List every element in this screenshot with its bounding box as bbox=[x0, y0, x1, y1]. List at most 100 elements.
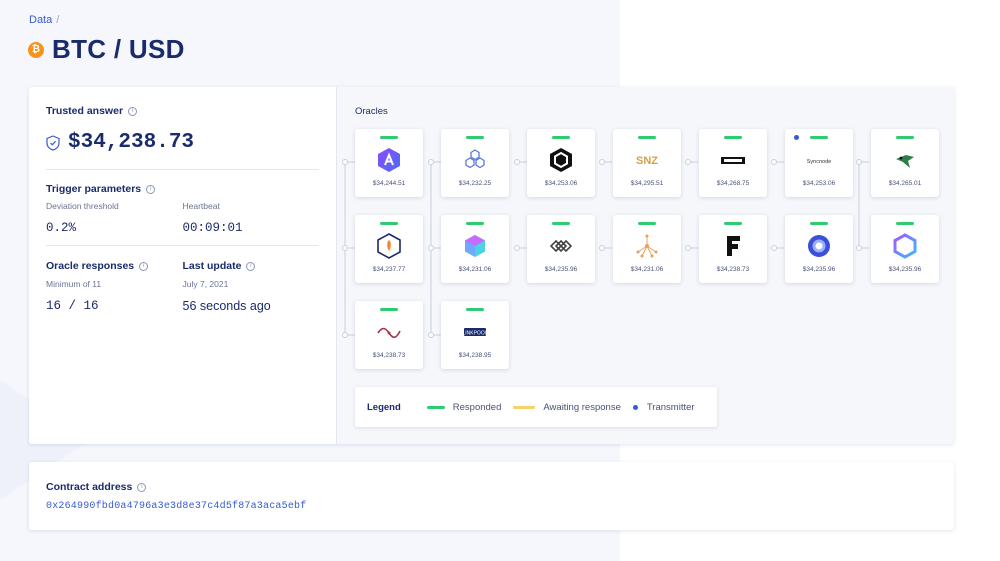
oracle-node[interactable]: SNZ $34,295.51 bbox=[613, 129, 681, 197]
oracle-status-responded bbox=[724, 136, 742, 139]
oracle-node[interactable]: $34,237.77 bbox=[355, 215, 423, 283]
oracle-status-responded bbox=[380, 136, 398, 139]
oracle-price: $34,238.95 bbox=[458, 352, 492, 359]
divider bbox=[46, 245, 319, 246]
black-hex-icon bbox=[548, 147, 574, 173]
svg-text:Syncnode: Syncnode bbox=[807, 159, 831, 165]
legend-responded: Responded bbox=[426, 401, 502, 413]
hex-outline-icon bbox=[892, 233, 918, 259]
shield-check-icon bbox=[46, 134, 60, 151]
breadcrumb-data-link[interactable]: Data bbox=[29, 14, 52, 26]
oracle-node[interactable]: $34,238.73 bbox=[699, 215, 767, 283]
trigger-parameters-label-text: Trigger parameters bbox=[46, 183, 142, 195]
oracle-status-responded bbox=[638, 222, 656, 225]
transmitter-swatch bbox=[632, 404, 638, 410]
info-icon[interactable]: i bbox=[139, 261, 149, 271]
oracle-price: $34,238.73 bbox=[372, 352, 406, 359]
info-icon[interactable]: i bbox=[128, 106, 138, 116]
legend-awaiting-label: Awaiting response bbox=[543, 401, 621, 413]
oracle-responses-label: Oracle responses i bbox=[46, 260, 183, 272]
page-title: BTC / USD bbox=[52, 34, 185, 64]
oracle-price: $34,295.51 bbox=[630, 180, 664, 187]
trusted-answer-row: $34,238.73 bbox=[46, 131, 319, 154]
contract-address-label: Contract address i bbox=[46, 481, 937, 493]
responses-grid: Oracle responses i Minimum of 11 16 / 16… bbox=[46, 260, 319, 313]
contract-address-link[interactable]: 0x264990fbd0a4796a3e3d8e37c4d5f87a3aca5e… bbox=[46, 501, 937, 512]
heartbeat-value: 00:09:01 bbox=[182, 221, 243, 235]
breadcrumb-separator: / bbox=[56, 14, 60, 26]
feed-details-panel: Trusted answer i $34,238.73 Trigger para… bbox=[29, 87, 337, 444]
oracle-node[interactable]: $34,235.96 bbox=[871, 215, 939, 283]
oracle-price: $34,231.06 bbox=[630, 266, 664, 273]
oracle-responses-minimum: Minimum of 11 bbox=[46, 279, 102, 289]
legend-transmitter: Transmitter bbox=[632, 401, 695, 413]
oracle-responses-label-text: Oracle responses bbox=[46, 260, 135, 272]
deviation-threshold-value: 0.2% bbox=[46, 221, 77, 235]
hexagon-a-icon bbox=[376, 147, 402, 173]
info-icon[interactable]: i bbox=[246, 261, 256, 271]
breadcrumb: Data / bbox=[29, 14, 59, 26]
oracle-node[interactable]: Syncnode $34,253.06 bbox=[785, 129, 853, 197]
blue-circle-icon bbox=[806, 233, 832, 259]
deviation-threshold: Deviation threshold 0.2% bbox=[46, 195, 183, 235]
oracle-status-responded bbox=[810, 222, 828, 225]
oracle-node[interactable]: $34,231.06 bbox=[613, 215, 681, 283]
trusted-answer-label-text: Trusted answer bbox=[46, 105, 124, 117]
responded-swatch bbox=[426, 405, 445, 409]
legend-transmitter-label: Transmitter bbox=[646, 401, 695, 413]
trusted-answer-value: $34,238.73 bbox=[68, 131, 195, 154]
oracle-price: $34,265.01 bbox=[888, 180, 922, 187]
oracle-price: $34,244.51 bbox=[372, 180, 406, 187]
heartbeat-label: Heartbeat bbox=[182, 201, 220, 211]
oracle-responses: Oracle responses i Minimum of 11 16 / 16 bbox=[46, 260, 183, 313]
oracle-status-responded bbox=[466, 136, 484, 139]
cube-icon bbox=[462, 233, 488, 259]
oracle-node[interactable]: $34,232.25 bbox=[441, 129, 509, 197]
oracle-status-responded bbox=[552, 222, 570, 225]
oracle-node[interactable]: $34,235.96 bbox=[527, 215, 595, 283]
svg-text:LINKPOOL: LINKPOOL bbox=[462, 331, 487, 337]
svg-text:SNZ: SNZ bbox=[636, 155, 658, 167]
oracle-price: $34,237.77 bbox=[372, 266, 406, 273]
diamond-links-icon bbox=[548, 233, 574, 259]
legend-title: Legend bbox=[367, 401, 401, 413]
bird-icon bbox=[892, 147, 918, 173]
oracle-price: $34,231.06 bbox=[458, 266, 492, 273]
oracle-status-responded bbox=[896, 136, 914, 139]
legend: Legend Responded Awaiting response Trans… bbox=[355, 387, 717, 427]
info-icon[interactable]: i bbox=[137, 482, 147, 492]
oracle-status-responded bbox=[380, 222, 398, 225]
responses-section: Oracle responses i Minimum of 11 16 / 16… bbox=[46, 260, 319, 313]
heartbeat: Heartbeat 00:09:01 bbox=[183, 195, 320, 235]
oracle-node[interactable]: $34,231.06 bbox=[441, 215, 509, 283]
oracle-logo-icon: SNZ bbox=[634, 147, 660, 173]
oracle-node[interactable]: $34,253.06 bbox=[527, 129, 595, 197]
last-update-date: July 7, 2021 bbox=[182, 279, 229, 289]
oracle-node[interactable]: $34,238.73 bbox=[355, 301, 423, 369]
oracle-node[interactable]: $34,235.96 bbox=[785, 215, 853, 283]
oracle-status-responded bbox=[638, 136, 656, 139]
contract-address-label-text: Contract address bbox=[46, 481, 133, 493]
oracle-node[interactable]: $34,265.01 bbox=[871, 129, 939, 197]
oracle-price: $34,253.06 bbox=[544, 180, 578, 187]
last-update-label-text: Last update bbox=[182, 260, 242, 272]
oracle-price: $34,268.75 bbox=[716, 180, 750, 187]
info-icon[interactable]: i bbox=[146, 184, 156, 194]
last-update-value: 56 seconds ago bbox=[182, 299, 271, 313]
oracle-responses-value: 16 / 16 bbox=[46, 299, 99, 313]
trigger-parameters-label: Trigger parameters i bbox=[46, 183, 319, 195]
trigger-parameters-grid: Deviation threshold 0.2% Heartbeat 00:09… bbox=[46, 195, 319, 235]
oracle-price: $34,235.96 bbox=[802, 266, 836, 273]
oracle-node[interactable]: $34,268.75 bbox=[699, 129, 767, 197]
deviation-threshold-label: Deviation threshold bbox=[46, 201, 119, 211]
oracle-price: $34,235.96 bbox=[888, 266, 922, 273]
oracle-node[interactable]: LINKPOOL $34,238.95 bbox=[441, 301, 509, 369]
last-update: Last update i July 7, 2021 56 seconds ag… bbox=[183, 260, 320, 313]
oracle-node[interactable]: $34,244.51 bbox=[355, 129, 423, 197]
oracle-status-responded bbox=[466, 308, 484, 311]
last-update-label: Last update i bbox=[183, 260, 320, 272]
legend-responded-label: Responded bbox=[452, 401, 502, 413]
legend-awaiting: Awaiting response bbox=[513, 401, 621, 413]
oracle-logo-icon: LINKPOOL bbox=[462, 319, 488, 345]
trusted-answer-label: Trusted answer i bbox=[46, 105, 319, 117]
